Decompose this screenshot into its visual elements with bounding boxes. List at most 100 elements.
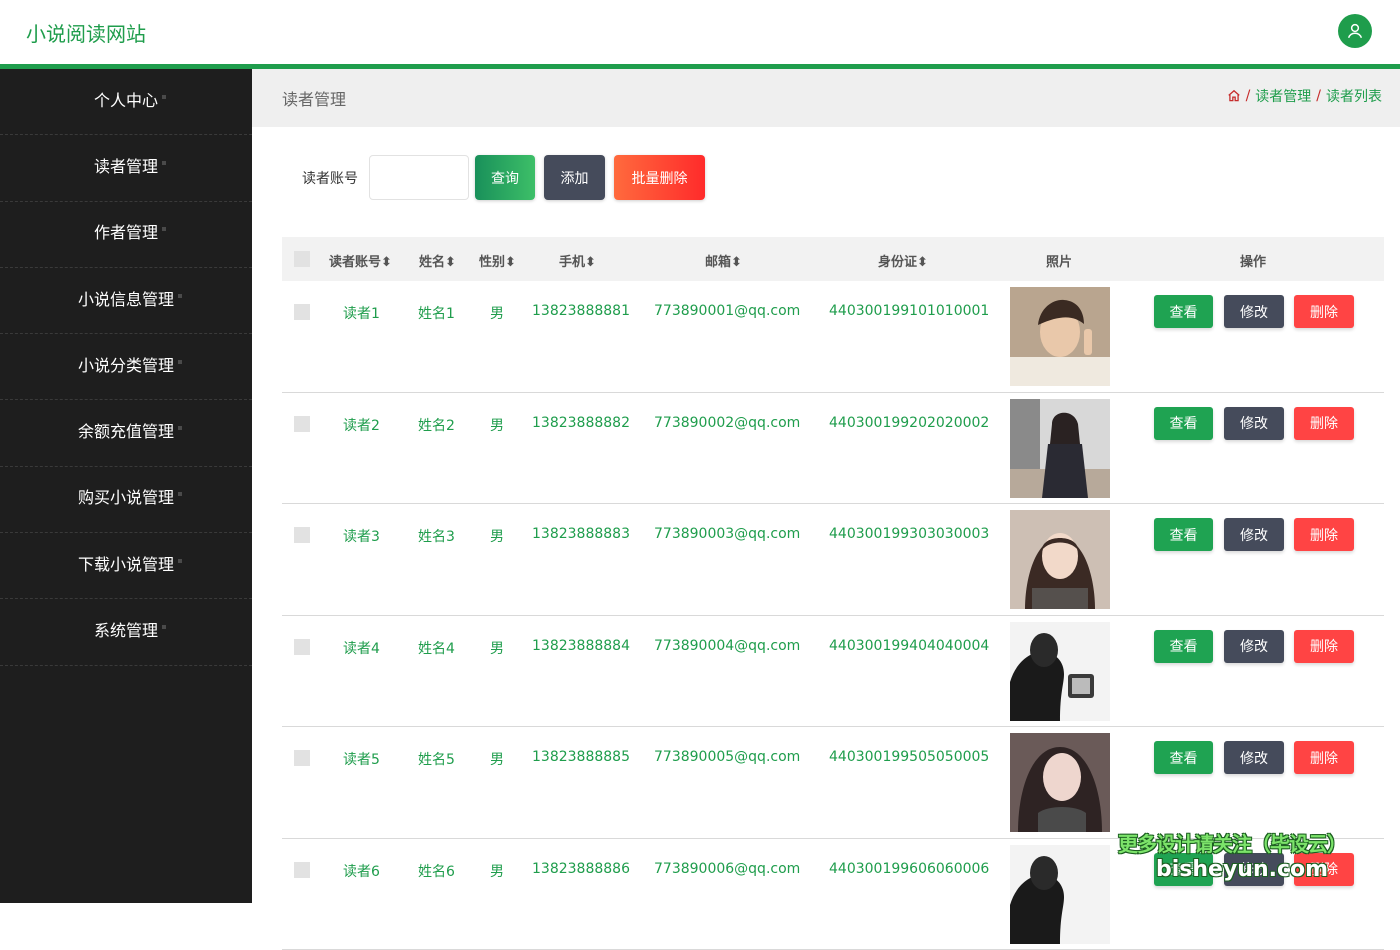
row-checkbox[interactable] xyxy=(294,304,310,320)
page-title: 读者管理 xyxy=(282,86,346,110)
cell-account: 读者3 xyxy=(343,526,380,546)
add-button[interactable]: 添加 xyxy=(544,155,605,200)
cell-email: 773890003@qq.com xyxy=(654,526,800,542)
home-icon[interactable] xyxy=(1227,89,1241,103)
cell-idcard: 440300199101010001 xyxy=(829,303,989,319)
delete-button[interactable]: 删除 xyxy=(1294,630,1354,663)
cell-account: 读者2 xyxy=(343,415,380,435)
cell-gender: 男 xyxy=(490,861,504,881)
edit-button[interactable]: 修改 xyxy=(1224,518,1284,551)
edit-button[interactable]: 修改 xyxy=(1224,741,1284,774)
breadcrumb-separator: / xyxy=(1246,88,1251,104)
row-checkbox[interactable] xyxy=(294,750,310,766)
cell-phone: 13823888884 xyxy=(532,638,630,654)
table-row: 读者5 姓名5 男 13823888885 773890005@qq.com 4… xyxy=(282,727,1384,839)
main-content: 读者管理 / 读者管理 / 读者列表 读者账号 查询 添加 批量删除 读者账号⬍… xyxy=(252,69,1400,903)
select-all-checkbox[interactable] xyxy=(294,251,310,267)
sidebar-item-download-novel-management[interactable]: 下载小说管理 xyxy=(0,533,252,599)
view-button[interactable]: 查看 xyxy=(1154,407,1213,440)
reader-photo xyxy=(1010,399,1110,498)
cell-phone: 13823888883 xyxy=(532,526,630,542)
view-button[interactable]: 查看 xyxy=(1154,518,1213,551)
cell-gender: 男 xyxy=(490,749,504,769)
reader-photo xyxy=(1010,622,1110,721)
cell-idcard: 440300199303030003 xyxy=(829,526,989,542)
cell-phone: 13823888881 xyxy=(532,303,630,319)
site-title: 小说阅读网站 xyxy=(26,18,146,47)
sidebar-item-balance-recharge-management[interactable]: 余额充值管理 xyxy=(0,400,252,466)
cell-email: 773890001@qq.com xyxy=(654,303,800,319)
cell-name: 姓名1 xyxy=(418,303,455,323)
column-header-photo: 照片 xyxy=(1046,251,1072,270)
sidebar-item-novel-category-management[interactable]: 小说分类管理 xyxy=(0,334,252,400)
sidebar-item-purchase-novel-management[interactable]: 购买小说管理 xyxy=(0,467,252,533)
column-header-gender[interactable]: 性别⬍ xyxy=(479,251,516,270)
watermark: 更多设计请关注（毕设云） bisheyun.com xyxy=(1118,828,1378,882)
edit-button[interactable]: 修改 xyxy=(1224,407,1284,440)
sort-icon: ⬍ xyxy=(917,255,928,270)
batch-delete-button[interactable]: 批量删除 xyxy=(614,155,705,200)
query-button[interactable]: 查询 xyxy=(475,155,535,200)
reader-account-input[interactable] xyxy=(369,155,469,200)
cell-name: 姓名3 xyxy=(418,526,455,546)
view-button[interactable]: 查看 xyxy=(1154,295,1213,328)
view-button[interactable]: 查看 xyxy=(1154,630,1213,663)
cell-gender: 男 xyxy=(490,303,504,323)
reader-photo xyxy=(1010,510,1110,609)
row-checkbox[interactable] xyxy=(294,527,310,543)
row-checkbox[interactable] xyxy=(294,862,310,878)
sidebar-item-system-management[interactable]: 系统管理 xyxy=(0,599,252,665)
delete-button[interactable]: 删除 xyxy=(1294,518,1354,551)
cell-idcard: 440300199606060006 xyxy=(829,861,989,877)
breadcrumb: / 读者管理 / 读者列表 xyxy=(1227,86,1382,106)
cell-account: 读者6 xyxy=(343,861,380,881)
reader-photo xyxy=(1010,733,1110,832)
user-icon xyxy=(1346,22,1364,40)
sidebar-item-reader-management[interactable]: 读者管理 xyxy=(0,135,252,201)
sidebar-item-personal-center[interactable]: 个人中心 xyxy=(0,69,252,135)
table-row: 读者3 姓名3 男 13823888883 773890003@qq.com 4… xyxy=(282,504,1384,616)
row-checkbox[interactable] xyxy=(294,639,310,655)
user-avatar[interactable] xyxy=(1338,14,1372,48)
breadcrumb-reader-management[interactable]: 读者管理 xyxy=(1255,86,1311,106)
reader-photo xyxy=(1010,845,1110,944)
reader-photo xyxy=(1010,287,1110,386)
sort-icon: ⬍ xyxy=(731,255,742,270)
view-button[interactable]: 查看 xyxy=(1154,741,1213,774)
row-checkbox[interactable] xyxy=(294,416,310,432)
delete-button[interactable]: 删除 xyxy=(1294,407,1354,440)
edit-button[interactable]: 修改 xyxy=(1224,295,1284,328)
delete-button[interactable]: 删除 xyxy=(1294,741,1354,774)
cell-gender: 男 xyxy=(490,415,504,435)
column-header-email[interactable]: 邮箱⬍ xyxy=(705,251,742,270)
cell-phone: 13823888882 xyxy=(532,415,630,431)
sort-icon: ⬍ xyxy=(585,255,596,270)
top-bar: 小说阅读网站 xyxy=(0,0,1400,64)
watermark-line1: 更多设计请关注（毕设云） xyxy=(1118,828,1378,857)
edit-button[interactable]: 修改 xyxy=(1224,630,1284,663)
cell-account: 读者5 xyxy=(343,749,380,769)
column-header-actions: 操作 xyxy=(1240,251,1266,270)
cell-idcard: 440300199202020002 xyxy=(829,415,989,431)
sidebar-item-novel-info-management[interactable]: 小说信息管理 xyxy=(0,268,252,334)
delete-button[interactable]: 删除 xyxy=(1294,295,1354,328)
breadcrumb-reader-list[interactable]: 读者列表 xyxy=(1326,86,1382,106)
cell-account: 读者1 xyxy=(343,303,380,323)
cell-email: 773890002@qq.com xyxy=(654,415,800,431)
cell-email: 773890006@qq.com xyxy=(654,861,800,877)
cell-email: 773890004@qq.com xyxy=(654,638,800,654)
table-header: 读者账号⬍ 姓名⬍ 性别⬍ 手机⬍ 邮箱⬍ 身份证⬍ 照片 操作 xyxy=(282,237,1384,281)
column-header-phone[interactable]: 手机⬍ xyxy=(559,251,596,270)
cell-name: 姓名4 xyxy=(418,638,455,658)
sidebar-item-author-management[interactable]: 作者管理 xyxy=(0,202,252,268)
cell-idcard: 440300199404040004 xyxy=(829,638,989,654)
table-row: 读者1 姓名1 男 13823888881 773890001@qq.com 4… xyxy=(282,281,1384,393)
cell-phone: 13823888886 xyxy=(532,861,630,877)
sort-icon: ⬍ xyxy=(505,255,516,270)
column-header-idcard[interactable]: 身份证⬍ xyxy=(878,251,928,270)
column-header-name[interactable]: 姓名⬍ xyxy=(419,251,456,270)
column-header-account[interactable]: 读者账号⬍ xyxy=(329,251,392,270)
cell-name: 姓名5 xyxy=(418,749,455,769)
table-row: 读者2 姓名2 男 13823888882 773890002@qq.com 4… xyxy=(282,393,1384,505)
sort-icon: ⬍ xyxy=(445,255,456,270)
